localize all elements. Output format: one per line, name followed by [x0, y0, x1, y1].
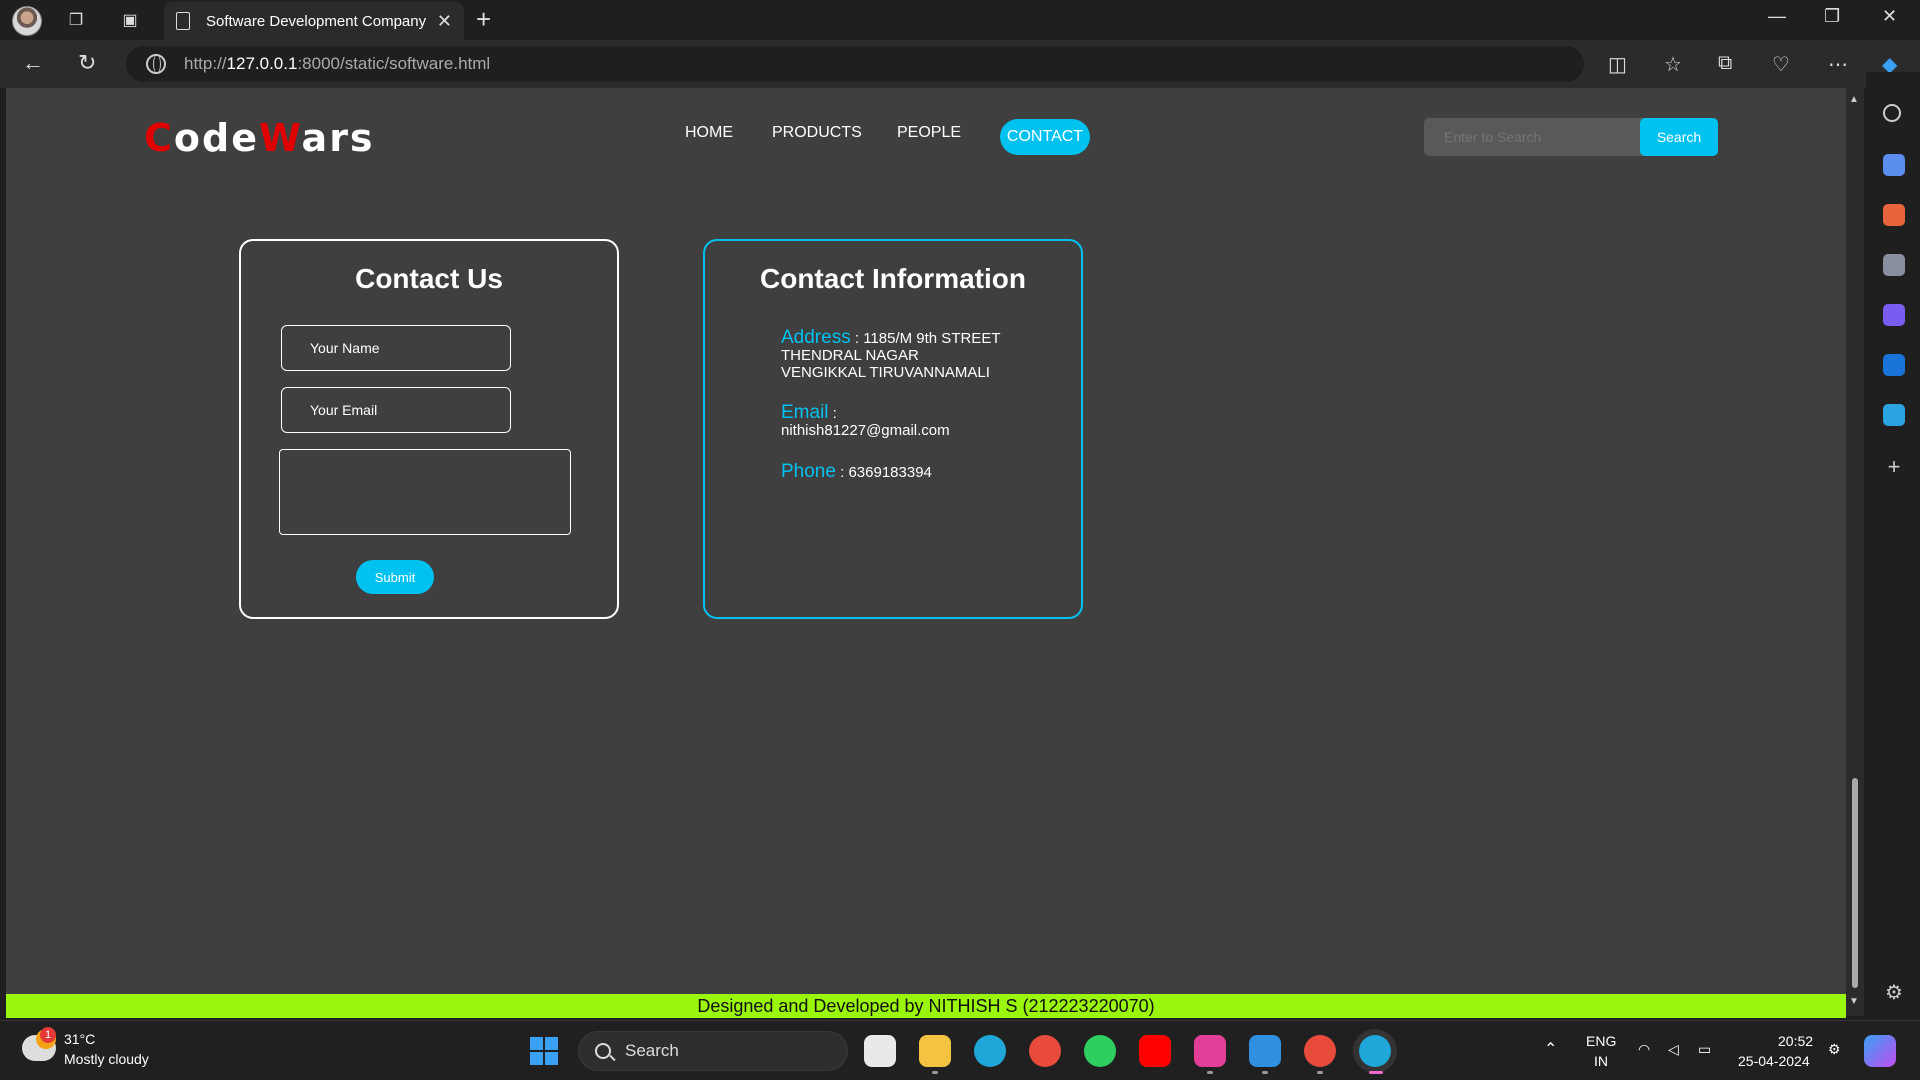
shopping-icon[interactable] [1883, 154, 1905, 176]
taskbar-search[interactable]: Search [578, 1031, 848, 1071]
phone-value: : 6369183394 [835, 464, 932, 481]
browser-toolbar: ← ↻ http://127.0.0.1:8000/static/softwar… [0, 40, 1920, 88]
scroll-thumb[interactable] [1852, 778, 1858, 988]
copilot-taskbar-icon[interactable] [1864, 1035, 1896, 1067]
favorites-icon[interactable]: ☆ [1664, 52, 1682, 77]
minimize-icon[interactable]: — [1768, 6, 1786, 27]
address-line3: VENGIKKAL TIRUVANNAMALI [781, 364, 990, 381]
add-sidebar-app-icon[interactable]: + [1883, 456, 1905, 478]
refresh-icon[interactable]: ↻ [78, 50, 96, 76]
message-textarea[interactable] [279, 449, 571, 535]
clipchamp-icon[interactable] [1194, 1035, 1226, 1067]
show-hidden-icons[interactable]: ⌃ [1544, 1039, 1557, 1059]
edge-icon[interactable] [974, 1035, 1006, 1067]
email-block: Email : nithish81227@gmail.com [781, 402, 950, 439]
tab-title: Software Development Company [206, 12, 427, 30]
email-value: nithish81227@gmail.com [781, 422, 950, 439]
start-icon[interactable] [530, 1037, 558, 1065]
phone-block: Phone : 6369183394 [781, 461, 932, 482]
battery-icon[interactable]: ▭ [1698, 1041, 1711, 1058]
restore-icon[interactable]: ❐ [1824, 6, 1840, 27]
store-icon[interactable] [864, 1035, 896, 1067]
workspaces-icon[interactable]: ❐ [64, 8, 88, 32]
edge-active-icon[interactable] [1359, 1035, 1391, 1067]
volume-icon[interactable]: ◁ [1668, 1041, 1679, 1058]
browser-tab[interactable]: Software Development Company ✕ [164, 2, 464, 40]
browser-essentials-icon[interactable]: ♡ [1772, 52, 1790, 77]
contact-info-title: Contact Information [760, 263, 1026, 294]
language-bottom[interactable]: IN [1594, 1053, 1608, 1069]
contact-form-title: Contact Us [355, 263, 503, 294]
tools-icon[interactable] [1883, 204, 1905, 226]
submit-button[interactable]: Submit [356, 560, 434, 594]
address-line2: THENDRAL NAGAR [781, 347, 919, 364]
drop-icon[interactable] [1883, 404, 1905, 426]
profile-avatar[interactable] [12, 6, 42, 36]
temperature[interactable]: 31°C [64, 1031, 95, 1047]
web-page: CodeWars HOME PRODUCTS PEOPLE CONTACT Se… [6, 88, 1846, 1018]
weather-badge: 1 [40, 1027, 56, 1043]
scroll-up-icon[interactable]: ▲ [1849, 94, 1859, 105]
nav-home[interactable]: HOME [685, 124, 733, 142]
outlook-icon[interactable] [1883, 354, 1905, 376]
nav-contact[interactable]: CONTACT [1000, 119, 1090, 155]
sidebar-settings-icon[interactable]: ⚙ [1883, 982, 1905, 1004]
split-screen-icon[interactable]: ◫ [1608, 52, 1627, 77]
email-label: Email [781, 402, 829, 423]
close-tab-icon[interactable]: ✕ [437, 11, 452, 32]
clock-date[interactable]: 25-04-2024 [1738, 1053, 1810, 1069]
collections-icon[interactable]: ⧉ [1718, 52, 1732, 75]
nav-products[interactable]: PRODUCTS [772, 124, 862, 142]
more-options-icon[interactable]: ⋯ [1828, 52, 1848, 77]
edge-sidebar: + ⚙ [1866, 72, 1920, 1018]
tab-actions-icon[interactable]: ▣ [118, 8, 142, 32]
search-button[interactable]: Search [1640, 118, 1718, 156]
nav-people[interactable]: PEOPLE [897, 124, 961, 142]
contact-info-card: Contact Information Address : 1185/M 9th… [703, 239, 1083, 619]
page-scrollbar[interactable]: ▲ ▼ [1846, 88, 1864, 1016]
page-icon [176, 12, 190, 30]
wifi-icon[interactable]: ◠ [1638, 1041, 1650, 1058]
clock-time[interactable]: 20:52 [1778, 1033, 1813, 1049]
scroll-down-icon[interactable]: ▼ [1849, 996, 1859, 1007]
site-logo[interactable]: CodeWars [144, 116, 375, 160]
address-bar[interactable]: http://127.0.0.1:8000/static/software.ht… [126, 46, 1584, 82]
name-field[interactable]: Your Name [281, 325, 511, 371]
site-footer: Designed and Developed by NITHISH S (212… [6, 994, 1846, 1018]
search-input[interactable] [1424, 118, 1646, 156]
weather-condition[interactable]: Mostly cloudy [64, 1051, 149, 1067]
sidebar-search-icon[interactable] [1883, 104, 1901, 122]
chrome-profile-icon[interactable] [1304, 1035, 1336, 1067]
contact-form-card: Contact Us Your Name Your Email Submit [239, 239, 619, 619]
globe-icon [146, 54, 166, 74]
site-search: Search [1424, 118, 1718, 156]
file-explorer-icon[interactable] [919, 1035, 951, 1067]
microsoft-365-icon[interactable] [1883, 304, 1905, 326]
notifications-icon[interactable]: ⚙ [1828, 1041, 1841, 1058]
browser-tab-bar: ❐ ▣ Software Development Company ✕ + — ❐… [0, 0, 1920, 40]
url-text: http://127.0.0.1:8000/static/software.ht… [184, 54, 491, 73]
phone-label: Phone [781, 461, 836, 482]
whatsapp-icon[interactable] [1084, 1035, 1116, 1067]
back-icon[interactable]: ← [22, 50, 44, 76]
address-label: Address [781, 327, 851, 348]
search-icon [595, 1043, 611, 1059]
window-close-icon[interactable]: ✕ [1882, 6, 1897, 27]
new-tab-icon[interactable]: + [476, 4, 491, 35]
vscode-icon[interactable] [1249, 1035, 1281, 1067]
chrome-icon[interactable] [1029, 1035, 1061, 1067]
games-icon[interactable] [1883, 254, 1905, 276]
windows-taskbar: 1 31°C Mostly cloudy Search ⌃ ENG IN ◠ ◁… [0, 1020, 1920, 1080]
email-field[interactable]: Your Email [281, 387, 511, 433]
address-line1: : 1185/M 9th STREET [850, 330, 1001, 347]
language-top[interactable]: ENG [1586, 1033, 1616, 1049]
address-block: Address : 1185/M 9th STREET THENDRAL NAG… [781, 327, 1001, 381]
youtube-icon[interactable] [1139, 1035, 1171, 1067]
